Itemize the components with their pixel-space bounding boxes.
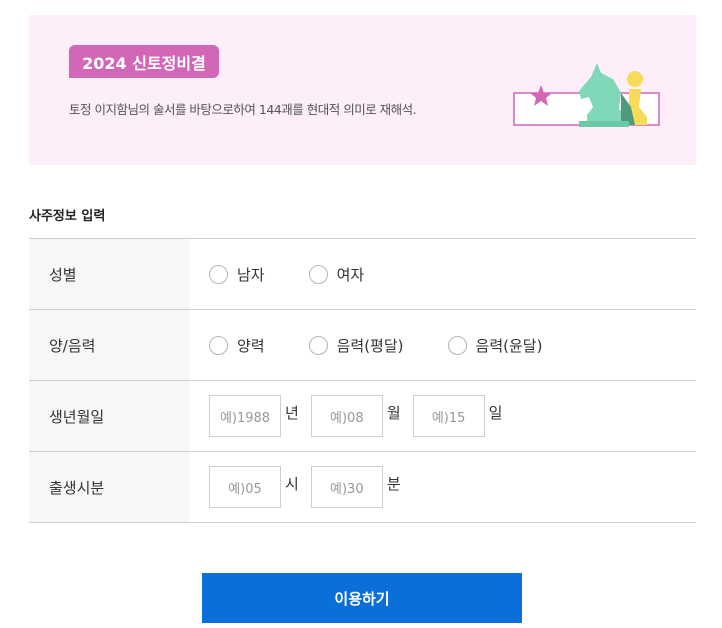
form-section-title: 사주정보 입력 (29, 209, 106, 224)
radio-label: 여자 (336, 265, 365, 284)
gender-label: 성별 (29, 239, 189, 309)
chess-illustration-icon (513, 63, 660, 127)
radio-label: 음력(윤달) (475, 336, 543, 355)
day-unit: 일 (488, 403, 503, 422)
birth-month-input[interactable]: 예)08 (310, 395, 383, 437)
calendar-row: 양/음력 양력 음력(평달) 음력(윤달) (29, 310, 696, 381)
banner-description: 토정 이지함님의 술서를 바탕으로하여 144괘를 현대적 의미로 재해석. (69, 102, 417, 117)
gender-female-radio[interactable]: 여자 (308, 264, 365, 285)
radio-label: 남자 (237, 265, 265, 284)
banner-badge: 2024 신토정비결 (69, 45, 219, 78)
radio-circle-icon[interactable] (308, 264, 328, 284)
saju-form: 성별 남자 여자 양/음력 양력 음력(평달) 음력(윤달) 생년월일 예)19… (29, 238, 696, 523)
birth-hour-input[interactable]: 예)05 (209, 466, 281, 508)
radio-circle-icon[interactable] (209, 264, 228, 284)
radio-circle-icon[interactable] (209, 335, 228, 355)
birthtime-label: 출생시분 (29, 452, 189, 522)
radio-label: 음력(평달) (336, 336, 404, 355)
year-unit: 년 (285, 403, 299, 422)
radio-label: 양력 (237, 336, 265, 355)
calendar-solar-radio[interactable]: 양력 (209, 335, 265, 356)
radio-circle-icon[interactable] (308, 335, 328, 355)
birth-year-input[interactable]: 예)1988 (209, 395, 281, 437)
calendar-label: 양/음력 (29, 310, 189, 380)
birthdate-label: 생년월일 (29, 381, 189, 451)
month-unit: 월 (386, 403, 401, 422)
calendar-lunar-leap-radio[interactable]: 음력(윤달) (447, 335, 543, 356)
radio-circle-icon[interactable] (447, 335, 467, 355)
birthtime-row: 출생시분 예)05 시 예)30 분 (29, 452, 696, 523)
birth-day-input[interactable]: 예)15 (412, 395, 485, 437)
birthdate-row: 생년월일 예)1988 년 예)08 월 예)15 일 (29, 381, 696, 452)
birth-minute-input[interactable]: 예)30 (310, 466, 383, 508)
submit-button[interactable]: 이용하기 (202, 573, 522, 623)
minute-unit: 분 (386, 474, 401, 493)
gender-row: 성별 남자 여자 (29, 239, 696, 310)
gender-male-radio[interactable]: 남자 (209, 264, 265, 285)
banner: 2024 신토정비결 토정 이지함님의 술서를 바탕으로하여 144괘를 현대적… (29, 15, 696, 165)
calendar-lunar-normal-radio[interactable]: 음력(평달) (308, 335, 404, 356)
hour-unit: 시 (285, 474, 299, 493)
